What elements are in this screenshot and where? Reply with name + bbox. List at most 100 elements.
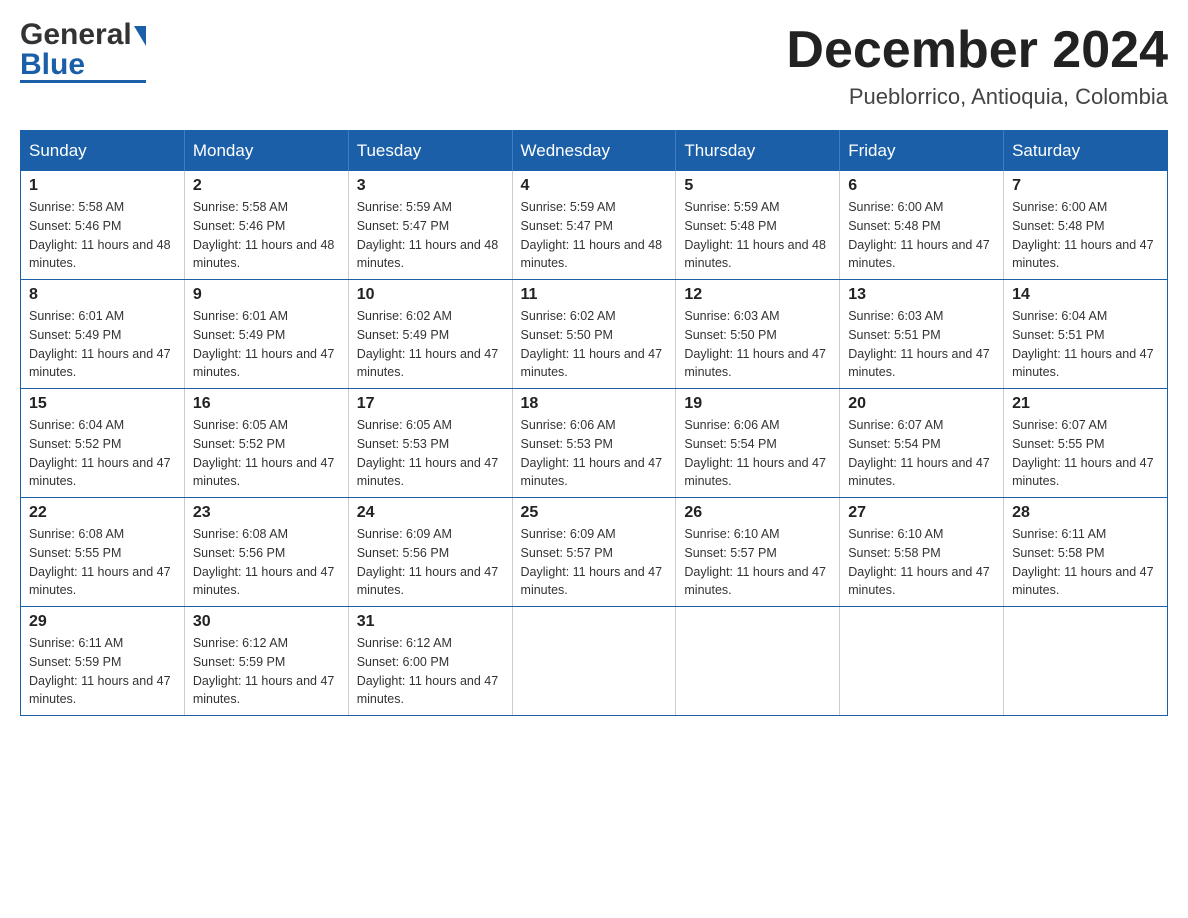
- calendar-day-cell: 28 Sunrise: 6:11 AM Sunset: 5:58 PM Dayl…: [1004, 498, 1168, 607]
- day-number: 31: [357, 613, 504, 631]
- calendar-day-cell: 11 Sunrise: 6:02 AM Sunset: 5:50 PM Dayl…: [512, 280, 676, 389]
- day-info: Sunrise: 6:00 AM Sunset: 5:48 PM Dayligh…: [848, 198, 995, 273]
- calendar-week-row: 8 Sunrise: 6:01 AM Sunset: 5:49 PM Dayli…: [21, 280, 1168, 389]
- calendar-day-cell: 15 Sunrise: 6:04 AM Sunset: 5:52 PM Dayl…: [21, 389, 185, 498]
- calendar-day-cell: [512, 607, 676, 716]
- calendar-day-header: Saturday: [1004, 131, 1168, 172]
- day-info: Sunrise: 6:01 AM Sunset: 5:49 PM Dayligh…: [193, 307, 340, 382]
- calendar-header-row: SundayMondayTuesdayWednesdayThursdayFrid…: [21, 131, 1168, 172]
- day-number: 26: [684, 504, 831, 522]
- calendar-day-cell: 3 Sunrise: 5:59 AM Sunset: 5:47 PM Dayli…: [348, 171, 512, 280]
- day-number: 8: [29, 286, 176, 304]
- calendar-day-cell: 10 Sunrise: 6:02 AM Sunset: 5:49 PM Dayl…: [348, 280, 512, 389]
- calendar-day-cell: 16 Sunrise: 6:05 AM Sunset: 5:52 PM Dayl…: [184, 389, 348, 498]
- calendar-day-cell: 21 Sunrise: 6:07 AM Sunset: 5:55 PM Dayl…: [1004, 389, 1168, 498]
- calendar-day-cell: 23 Sunrise: 6:08 AM Sunset: 5:56 PM Dayl…: [184, 498, 348, 607]
- calendar-day-header: Monday: [184, 131, 348, 172]
- calendar-day-cell: 4 Sunrise: 5:59 AM Sunset: 5:47 PM Dayli…: [512, 171, 676, 280]
- day-number: 6: [848, 177, 995, 195]
- day-info: Sunrise: 6:04 AM Sunset: 5:51 PM Dayligh…: [1012, 307, 1159, 382]
- day-info: Sunrise: 6:02 AM Sunset: 5:49 PM Dayligh…: [357, 307, 504, 382]
- day-info: Sunrise: 6:07 AM Sunset: 5:54 PM Dayligh…: [848, 416, 995, 491]
- day-number: 21: [1012, 395, 1159, 413]
- calendar-day-cell: 18 Sunrise: 6:06 AM Sunset: 5:53 PM Dayl…: [512, 389, 676, 498]
- calendar-day-cell: 29 Sunrise: 6:11 AM Sunset: 5:59 PM Dayl…: [21, 607, 185, 716]
- calendar-day-header: Sunday: [21, 131, 185, 172]
- day-number: 10: [357, 286, 504, 304]
- day-info: Sunrise: 6:08 AM Sunset: 5:56 PM Dayligh…: [193, 525, 340, 600]
- day-number: 29: [29, 613, 176, 631]
- day-info: Sunrise: 6:12 AM Sunset: 5:59 PM Dayligh…: [193, 634, 340, 709]
- calendar-day-cell: 5 Sunrise: 5:59 AM Sunset: 5:48 PM Dayli…: [676, 171, 840, 280]
- day-number: 5: [684, 177, 831, 195]
- day-info: Sunrise: 6:02 AM Sunset: 5:50 PM Dayligh…: [521, 307, 668, 382]
- calendar-day-cell: 27 Sunrise: 6:10 AM Sunset: 5:58 PM Dayl…: [840, 498, 1004, 607]
- day-info: Sunrise: 6:00 AM Sunset: 5:48 PM Dayligh…: [1012, 198, 1159, 273]
- calendar-day-cell: 19 Sunrise: 6:06 AM Sunset: 5:54 PM Dayl…: [676, 389, 840, 498]
- day-info: Sunrise: 6:05 AM Sunset: 5:53 PM Dayligh…: [357, 416, 504, 491]
- day-info: Sunrise: 6:10 AM Sunset: 5:57 PM Dayligh…: [684, 525, 831, 600]
- day-number: 19: [684, 395, 831, 413]
- day-info: Sunrise: 5:59 AM Sunset: 5:47 PM Dayligh…: [357, 198, 504, 273]
- day-number: 13: [848, 286, 995, 304]
- calendar-week-row: 15 Sunrise: 6:04 AM Sunset: 5:52 PM Dayl…: [21, 389, 1168, 498]
- calendar-day-cell: [840, 607, 1004, 716]
- day-number: 1: [29, 177, 176, 195]
- calendar-day-cell: [676, 607, 840, 716]
- month-title: December 2024: [786, 20, 1168, 80]
- day-number: 25: [521, 504, 668, 522]
- day-info: Sunrise: 6:05 AM Sunset: 5:52 PM Dayligh…: [193, 416, 340, 491]
- day-number: 7: [1012, 177, 1159, 195]
- calendar-day-cell: 24 Sunrise: 6:09 AM Sunset: 5:56 PM Dayl…: [348, 498, 512, 607]
- calendar-day-cell: 26 Sunrise: 6:10 AM Sunset: 5:57 PM Dayl…: [676, 498, 840, 607]
- title-section: December 2024 Pueblorrico, Antioquia, Co…: [786, 20, 1168, 110]
- day-number: 22: [29, 504, 176, 522]
- day-info: Sunrise: 6:06 AM Sunset: 5:54 PM Dayligh…: [684, 416, 831, 491]
- calendar-day-cell: 30 Sunrise: 6:12 AM Sunset: 5:59 PM Dayl…: [184, 607, 348, 716]
- calendar-day-cell: 25 Sunrise: 6:09 AM Sunset: 5:57 PM Dayl…: [512, 498, 676, 607]
- day-info: Sunrise: 6:08 AM Sunset: 5:55 PM Dayligh…: [29, 525, 176, 600]
- day-info: Sunrise: 6:09 AM Sunset: 5:56 PM Dayligh…: [357, 525, 504, 600]
- calendar-week-row: 1 Sunrise: 5:58 AM Sunset: 5:46 PM Dayli…: [21, 171, 1168, 280]
- day-number: 4: [521, 177, 668, 195]
- day-info: Sunrise: 6:07 AM Sunset: 5:55 PM Dayligh…: [1012, 416, 1159, 491]
- day-number: 16: [193, 395, 340, 413]
- calendar-week-row: 22 Sunrise: 6:08 AM Sunset: 5:55 PM Dayl…: [21, 498, 1168, 607]
- day-info: Sunrise: 5:59 AM Sunset: 5:47 PM Dayligh…: [521, 198, 668, 273]
- day-info: Sunrise: 6:06 AM Sunset: 5:53 PM Dayligh…: [521, 416, 668, 491]
- calendar-week-row: 29 Sunrise: 6:11 AM Sunset: 5:59 PM Dayl…: [21, 607, 1168, 716]
- location-text: Pueblorrico, Antioquia, Colombia: [786, 84, 1168, 110]
- day-info: Sunrise: 6:10 AM Sunset: 5:58 PM Dayligh…: [848, 525, 995, 600]
- day-info: Sunrise: 6:04 AM Sunset: 5:52 PM Dayligh…: [29, 416, 176, 491]
- calendar-day-cell: 14 Sunrise: 6:04 AM Sunset: 5:51 PM Dayl…: [1004, 280, 1168, 389]
- day-info: Sunrise: 6:01 AM Sunset: 5:49 PM Dayligh…: [29, 307, 176, 382]
- calendar-day-header: Thursday: [676, 131, 840, 172]
- day-number: 28: [1012, 504, 1159, 522]
- page-header: General Blue December 2024 Pueblorrico, …: [20, 20, 1168, 110]
- day-number: 24: [357, 504, 504, 522]
- day-info: Sunrise: 6:03 AM Sunset: 5:51 PM Dayligh…: [848, 307, 995, 382]
- day-info: Sunrise: 6:09 AM Sunset: 5:57 PM Dayligh…: [521, 525, 668, 600]
- calendar-day-cell: 2 Sunrise: 5:58 AM Sunset: 5:46 PM Dayli…: [184, 171, 348, 280]
- day-number: 27: [848, 504, 995, 522]
- calendar-day-cell: 31 Sunrise: 6:12 AM Sunset: 6:00 PM Dayl…: [348, 607, 512, 716]
- calendar-table: SundayMondayTuesdayWednesdayThursdayFrid…: [20, 130, 1168, 716]
- calendar-day-header: Wednesday: [512, 131, 676, 172]
- logo-triangle-icon: [134, 26, 146, 46]
- calendar-day-cell: 8 Sunrise: 6:01 AM Sunset: 5:49 PM Dayli…: [21, 280, 185, 389]
- calendar-day-cell: 22 Sunrise: 6:08 AM Sunset: 5:55 PM Dayl…: [21, 498, 185, 607]
- day-number: 18: [521, 395, 668, 413]
- logo-blue-text: Blue: [20, 50, 146, 83]
- calendar-day-cell: 17 Sunrise: 6:05 AM Sunset: 5:53 PM Dayl…: [348, 389, 512, 498]
- day-number: 9: [193, 286, 340, 304]
- day-number: 3: [357, 177, 504, 195]
- logo-general-text: General: [20, 20, 146, 50]
- day-info: Sunrise: 6:12 AM Sunset: 6:00 PM Dayligh…: [357, 634, 504, 709]
- day-number: 11: [521, 286, 668, 304]
- day-number: 30: [193, 613, 340, 631]
- calendar-day-cell: 12 Sunrise: 6:03 AM Sunset: 5:50 PM Dayl…: [676, 280, 840, 389]
- day-info: Sunrise: 5:58 AM Sunset: 5:46 PM Dayligh…: [193, 198, 340, 273]
- day-number: 12: [684, 286, 831, 304]
- day-number: 17: [357, 395, 504, 413]
- day-info: Sunrise: 6:03 AM Sunset: 5:50 PM Dayligh…: [684, 307, 831, 382]
